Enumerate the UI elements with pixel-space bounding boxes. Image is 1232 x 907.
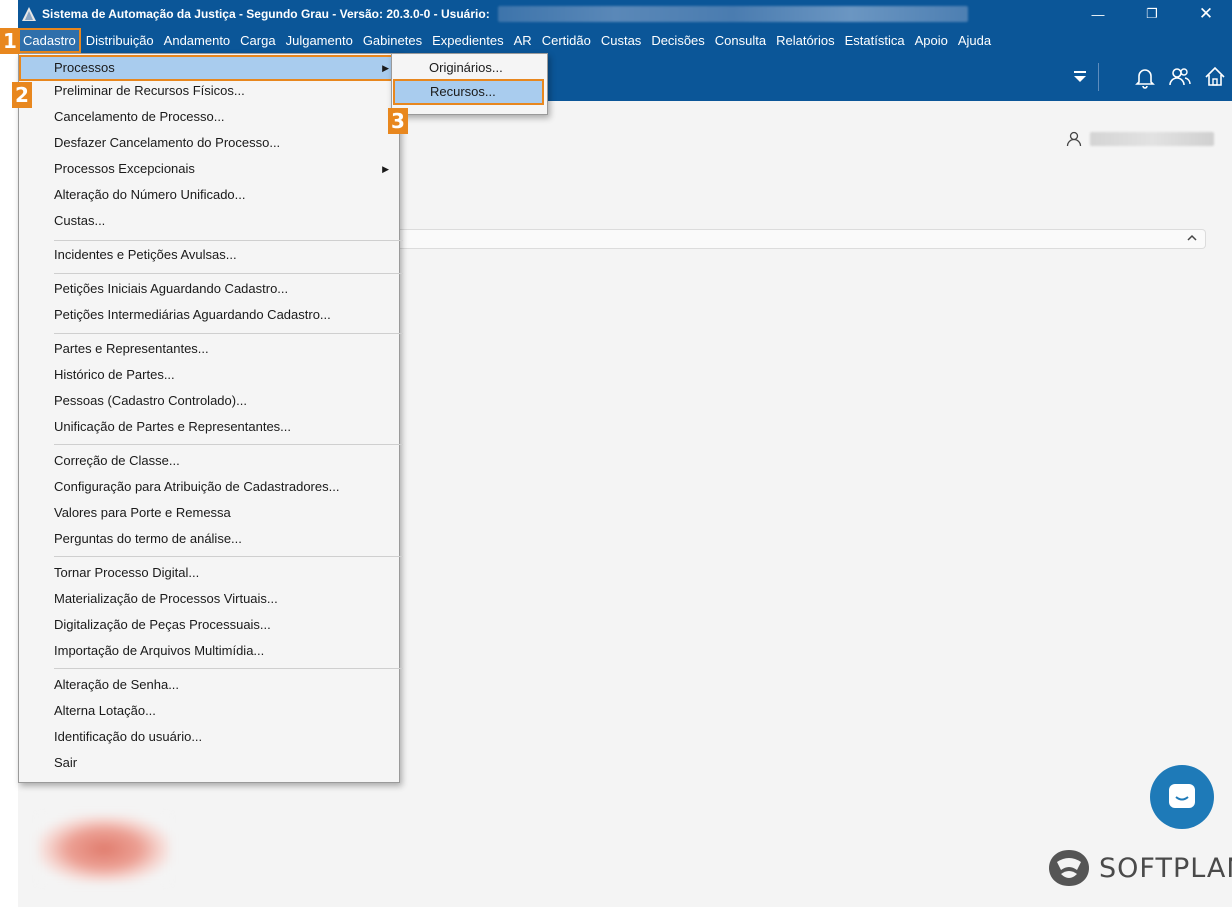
menu-custas[interactable]: Custas [596, 28, 646, 53]
restore-button[interactable]: ❐ [1130, 0, 1174, 28]
menu-separator [54, 668, 403, 669]
softplan-logo: SOFTPLAN [1047, 848, 1232, 888]
menu-item-partes-representantes[interactable]: Partes e Representantes... [19, 336, 399, 362]
submenu-item-originarios[interactable]: Originários... [392, 55, 547, 81]
menu-item-configuracao-cadastradores[interactable]: Configuração para Atribuição de Cadastra… [19, 474, 399, 500]
menu-expedientes[interactable]: Expedientes [427, 28, 509, 53]
user-icon [1066, 131, 1082, 147]
softplan-logo-icon [1049, 850, 1089, 886]
chevron-up-icon[interactable] [1185, 231, 1199, 245]
logged-user [1066, 131, 1214, 147]
step-badge-3: 3 [388, 108, 408, 134]
cadastro-dropdown-menu: Processos ▶ Preliminar de Recursos Físico… [18, 53, 403, 783]
menu-item-custas[interactable]: Custas... [19, 208, 399, 234]
menu-item-materializacao[interactable]: Materialização de Processos Virtuais... [19, 586, 399, 612]
menu-item-correcao-classe[interactable]: Correção de Classe... [19, 448, 399, 474]
chat-icon [1169, 784, 1195, 808]
user-name-redacted [497, 6, 968, 22]
step-badge-1: 1 [0, 28, 20, 54]
menu-item-cancelamento-processo[interactable]: Cancelamento de Processo... [19, 104, 399, 130]
menu-andamento[interactable]: Andamento [159, 28, 236, 53]
menu-separator [54, 556, 403, 557]
menu-carga[interactable]: Carga [235, 28, 280, 53]
filter-icon[interactable] [1068, 65, 1092, 89]
menu-certidao[interactable]: Certidão [537, 28, 596, 53]
menu-apoio[interactable]: Apoio [910, 28, 953, 53]
menu-relatorios[interactable]: Relatórios [771, 28, 840, 53]
menu-item-perguntas-termo[interactable]: Perguntas do termo de análise... [19, 526, 399, 552]
menu-ar[interactable]: AR [509, 28, 537, 53]
bell-icon[interactable] [1133, 65, 1157, 89]
menu-item-importacao-multimidia[interactable]: Importação de Arquivos Multimídia... [19, 638, 399, 664]
submenu-item-recursos[interactable]: Recursos... [393, 79, 544, 105]
menu-item-incidentes-peticoes[interactable]: Incidentes e Petições Avulsas... [19, 242, 399, 268]
menu-separator [54, 240, 403, 241]
softplan-brand-text: SOFTPLAN [1099, 852, 1232, 884]
user-name-redacted [1090, 132, 1214, 146]
toolbar-divider [1098, 63, 1099, 91]
main-menu-bar: Cadastro Distribuição Andamento Carga Ju… [18, 28, 1232, 53]
collapsible-panel-header[interactable] [395, 229, 1206, 249]
menu-item-tornar-digital[interactable]: Tornar Processo Digital... [19, 560, 399, 586]
menu-item-identificacao-usuario[interactable]: Identificação do usuário... [19, 724, 399, 750]
menu-item-digitalizacao[interactable]: Digitalização de Peças Processuais... [19, 612, 399, 638]
menu-item-processos-excepcionais[interactable]: Processos Excepcionais ▶ [19, 156, 399, 182]
restore-icon: ❐ [1146, 6, 1158, 21]
menu-item-peticoes-intermediarias[interactable]: Petições Intermediárias Aguardando Cadas… [19, 302, 399, 328]
step-badge-2: 2 [12, 82, 32, 108]
menu-item-alterna-lotacao[interactable]: Alterna Lotação... [19, 698, 399, 724]
menu-item-alteracao-senha[interactable]: Alteração de Senha... [19, 672, 399, 698]
menu-cadastro[interactable]: Cadastro [18, 28, 81, 53]
menu-separator [54, 444, 403, 445]
menu-item-pessoas[interactable]: Pessoas (Cadastro Controlado)... [19, 388, 399, 414]
menu-item-unificacao-partes[interactable]: Unificação de Partes e Representantes... [19, 414, 399, 440]
menu-separator [54, 273, 403, 274]
menu-item-preliminar-recursos[interactable]: Preliminar de Recursos Físicos... [19, 78, 399, 104]
menu-ajuda[interactable]: Ajuda [953, 28, 996, 53]
menu-item-peticoes-iniciais[interactable]: Petições Iniciais Aguardando Cadastro... [19, 276, 399, 302]
close-icon: ✕ [1198, 4, 1214, 23]
menu-item-valores-porte[interactable]: Valores para Porte e Remessa [19, 500, 399, 526]
menu-julgamento[interactable]: Julgamento [281, 28, 358, 53]
minimize-icon: — [1091, 6, 1105, 22]
court-logo-redacted [38, 815, 170, 883]
menu-item-sair[interactable]: Sair [19, 750, 399, 776]
close-button[interactable]: ✕ [1184, 0, 1228, 28]
menu-item-desfazer-cancelamento[interactable]: Desfazer Cancelamento do Processo... [19, 130, 399, 156]
users-icon[interactable] [1168, 65, 1192, 89]
menu-gabinetes[interactable]: Gabinetes [358, 28, 427, 53]
menu-decisoes[interactable]: Decisões [646, 28, 709, 53]
app-logo-icon [22, 7, 36, 21]
menu-distribuicao[interactable]: Distribuição [81, 28, 159, 53]
minimize-button[interactable]: — [1076, 0, 1120, 28]
window-title-bar: Sistema de Automação da Justiça - Segund… [18, 0, 1232, 28]
submenu-arrow-icon: ▶ [382, 164, 389, 174]
menu-item-alteracao-numero[interactable]: Alteração do Número Unificado... [19, 182, 399, 208]
menu-item-historico-partes[interactable]: Histórico de Partes... [19, 362, 399, 388]
processos-submenu: Originários... Recursos... [391, 53, 548, 115]
menu-separator [54, 333, 403, 334]
window-title: Sistema de Automação da Justiça - Segund… [42, 7, 490, 21]
home-icon[interactable] [1203, 65, 1227, 89]
menu-consulta[interactable]: Consulta [710, 28, 771, 53]
menu-estatistica[interactable]: Estatística [840, 28, 910, 53]
chat-button[interactable] [1150, 765, 1214, 829]
